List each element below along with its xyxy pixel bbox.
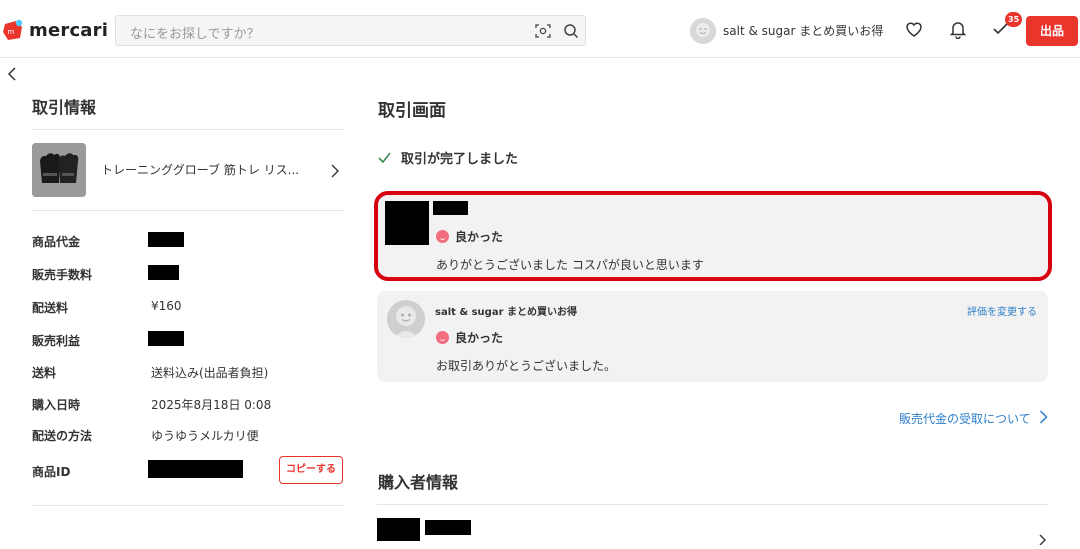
seller-comment: お取引ありがとうございました。 xyxy=(436,359,617,373)
row-value-purchase-date: 2025年8月18日 0:08 xyxy=(151,398,272,412)
bell-icon[interactable] xyxy=(948,19,968,43)
row-label-shipping: 送料 xyxy=(32,366,57,380)
back-chevron-icon[interactable] xyxy=(6,66,18,86)
camera-scan-icon[interactable] xyxy=(535,23,551,43)
mercari-logo-icon: m xyxy=(2,19,24,41)
search-icon[interactable] xyxy=(563,23,579,43)
row-label-profit: 販売利益 xyxy=(32,334,81,348)
product-name[interactable]: トレーニンググローブ 筋トレ リス... xyxy=(101,161,299,178)
complete-text: 取引が完了しました xyxy=(401,152,519,167)
header: m mercari なにをお探しですか？ salt & sugar まとめ買いお… xyxy=(0,0,1080,58)
row-value-shipping-fee: ¥160 xyxy=(151,299,182,313)
smile-icon xyxy=(436,331,449,344)
seller-rating-text: 良かった xyxy=(455,331,504,345)
sell-button[interactable]: 出品 xyxy=(1026,16,1078,46)
divider xyxy=(32,210,344,211)
divider xyxy=(32,505,344,506)
product-thumbnail xyxy=(32,143,86,197)
chevron-right-icon[interactable] xyxy=(1038,530,1047,549)
row-label-shipping-fee: 配送料 xyxy=(32,301,69,315)
highlight-box xyxy=(374,191,1052,281)
seller-rating: 良かった xyxy=(436,329,503,346)
copy-item-id-button[interactable]: コピーする xyxy=(279,456,343,484)
search-input[interactable]: なにをお探しですか？ xyxy=(130,23,260,42)
change-rating-link[interactable]: 評価を変更する xyxy=(967,303,1037,318)
user-name[interactable]: salt & sugar まとめ買いお得 xyxy=(723,22,883,39)
payout-info-link[interactable]: 販売代金の受取について xyxy=(899,410,1048,427)
row-value-shipping: 送料込み(出品者負担) xyxy=(151,366,269,380)
divider xyxy=(377,504,1048,505)
redacted-name xyxy=(425,520,471,535)
row-label-shipping-method: 配送の方法 xyxy=(32,429,93,443)
divider xyxy=(32,129,344,130)
seller-name[interactable]: salt & sugar まとめ買いお得 xyxy=(435,303,577,318)
product-item[interactable]: トレーニンググローブ 筋トレ リス... xyxy=(32,142,344,198)
chevron-right-icon xyxy=(1039,410,1048,427)
redacted-value xyxy=(148,232,184,247)
row-label-purchase-date: 購入日時 xyxy=(32,398,81,412)
payout-link-text[interactable]: 販売代金の受取について xyxy=(899,410,1031,427)
chevron-right-icon[interactable] xyxy=(330,163,340,182)
svg-text:m: m xyxy=(8,28,15,36)
buyer-info-title: 購入者情報 xyxy=(378,473,459,492)
transaction-info-title: 取引情報 xyxy=(32,98,97,117)
transaction-complete-status: 取引が完了しました xyxy=(378,148,518,167)
heart-icon[interactable] xyxy=(904,19,924,43)
user-avatar[interactable] xyxy=(690,18,716,44)
row-label-item-price: 商品代金 xyxy=(32,235,81,249)
seller-avatar[interactable] xyxy=(387,300,425,338)
redacted-avatar xyxy=(377,518,420,541)
row-label-fee: 販売手数料 xyxy=(32,268,93,282)
check-icon xyxy=(378,148,391,167)
mercari-logo[interactable]: m mercari xyxy=(2,18,108,42)
row-value-shipping-method: ゆうゆうメルカリ便 xyxy=(151,429,259,443)
search-bar[interactable]: なにをお探しですか？ xyxy=(115,15,586,46)
redacted-value xyxy=(148,265,179,280)
transaction-screen-title: 取引画面 xyxy=(378,101,446,121)
redacted-value xyxy=(148,460,243,478)
todo-badge: 35 xyxy=(1005,12,1023,27)
logo-text: mercari xyxy=(29,19,109,41)
row-label-item-id: 商品ID xyxy=(32,465,71,479)
redacted-value xyxy=(148,331,184,346)
